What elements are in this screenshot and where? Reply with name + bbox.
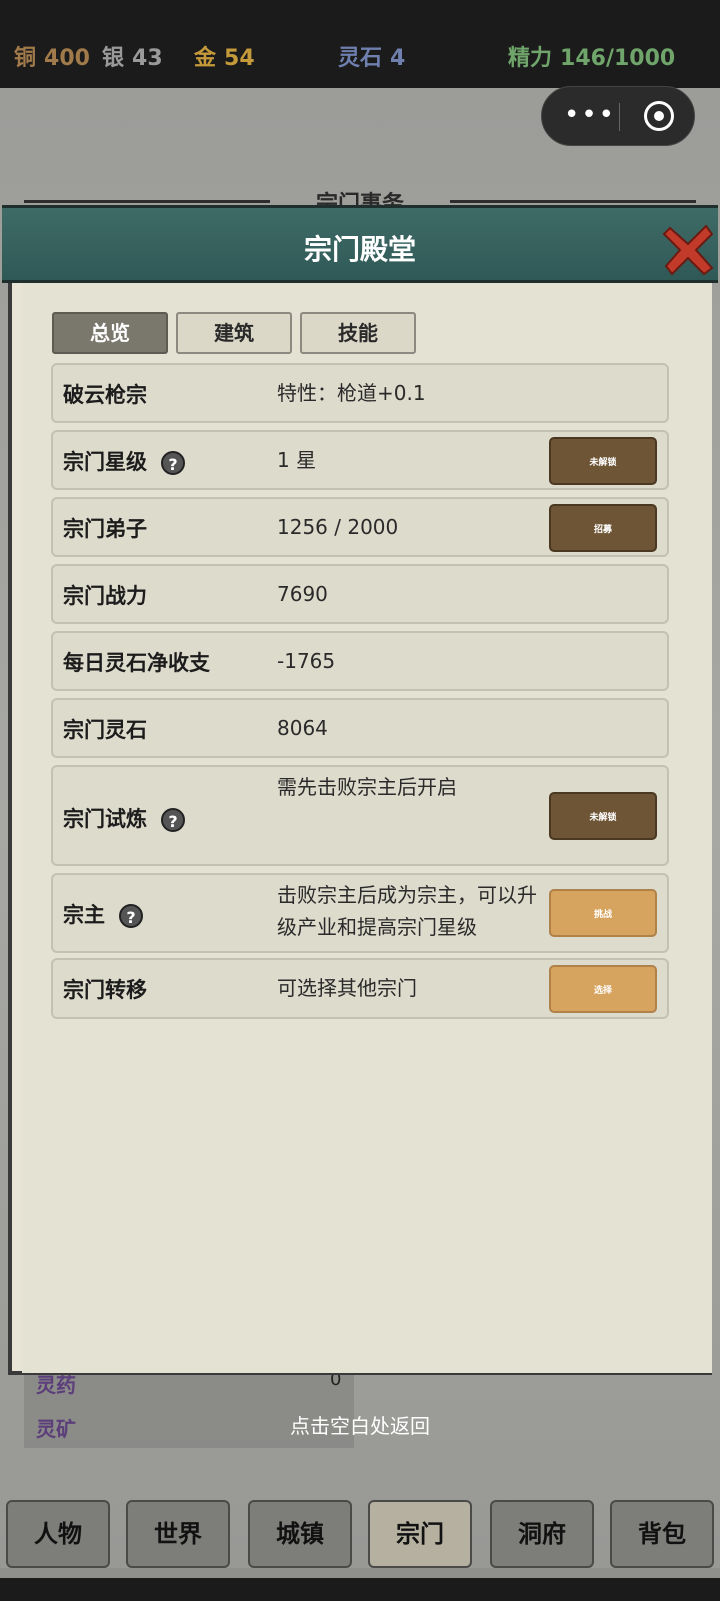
tab-buildings[interactable]: 建筑 <box>176 312 292 354</box>
tab-overview[interactable]: 总览 <box>52 312 168 354</box>
row-sect-star: 宗门星级? 1 星 未解锁 <box>51 430 669 490</box>
trial-unlock-button[interactable]: 未解锁 <box>549 792 657 840</box>
nav-world[interactable]: 世界 <box>126 1500 230 1568</box>
row-disciples: 宗门弟子 1256 / 2000 招募 <box>51 497 669 557</box>
return-hint: 点击空白处返回 <box>290 1414 430 1438</box>
close-program-icon[interactable] <box>644 101 674 131</box>
row-transfer: 宗门转移 可选择其他宗门 选择 <box>51 958 669 1019</box>
panel-title: 宗门殿堂 <box>303 233 416 266</box>
nav-sect[interactable]: 宗门 <box>368 1500 472 1568</box>
nav-cave[interactable]: 洞府 <box>490 1500 594 1568</box>
row-leader: 宗主? 击败宗主后成为宗主，可以升级产业和提高宗门星级 挑战 <box>51 873 669 953</box>
help-icon[interactable]: ? <box>119 904 143 928</box>
select-sect-button[interactable]: 选择 <box>549 965 657 1013</box>
nav-town[interactable]: 城镇 <box>248 1500 352 1568</box>
gold-resource: 金 54 <box>194 46 255 71</box>
resource-bar: 铜 400 银 43 金 54 灵石 4 精力 146/1000 <box>0 0 720 88</box>
panel-header: 宗门殿堂 <box>2 205 718 283</box>
row-trial: 宗门试炼? 需先击败宗主后开启 未解锁 <box>51 765 669 866</box>
star-unlock-button[interactable]: 未解锁 <box>549 437 657 485</box>
capsule-divider <box>619 103 620 131</box>
silver-resource: 银 43 <box>102 46 163 71</box>
title-divider <box>450 200 696 203</box>
row-daily-income: 每日灵石净收支 -1765 <box>51 631 669 691</box>
nav-character[interactable]: 人物 <box>6 1500 110 1568</box>
title-divider <box>24 200 270 203</box>
row-sect-name: 破云枪宗 特性：枪道+0.1 <box>51 363 669 423</box>
bottom-strip <box>0 1578 720 1601</box>
row-spirit-stone: 宗门灵石 8064 <box>51 698 669 758</box>
nav-bag[interactable]: 背包 <box>610 1500 714 1568</box>
mini-program-capsule: ••• <box>541 86 695 146</box>
row-power: 宗门战力 7690 <box>51 564 669 624</box>
copper-resource: 铜 400 <box>14 46 90 71</box>
help-icon[interactable]: ? <box>161 451 185 475</box>
recruit-button[interactable]: 招募 <box>549 504 657 552</box>
spirit-stone-resource: 灵石 4 <box>338 46 406 71</box>
challenge-button[interactable]: 挑战 <box>549 889 657 937</box>
tab-skills[interactable]: 技能 <box>300 312 416 354</box>
bottom-nav: 人物 世界 城镇 宗门 洞府 背包 <box>0 1500 720 1570</box>
energy-resource: 精力 146/1000 <box>508 46 676 71</box>
close-icon[interactable] <box>660 220 718 278</box>
help-icon[interactable]: ? <box>161 808 185 832</box>
more-icon[interactable]: ••• <box>564 101 616 129</box>
